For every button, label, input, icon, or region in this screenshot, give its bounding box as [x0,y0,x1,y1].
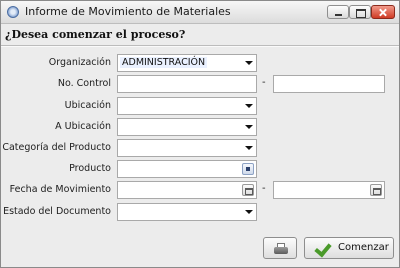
app-icon [7,6,19,18]
search-icon[interactable] [242,163,254,175]
range-separator: - [262,183,266,194]
process-prompt: ¿Desea comenzar el proceso? [5,28,186,41]
ubicacion-select[interactable] [117,97,257,115]
title-bar[interactable]: Informe de Movimiento de Materiales [1,1,399,24]
calendar-icon[interactable] [370,184,382,196]
start-button-label: Comenzar [338,242,389,253]
maximize-icon[interactable] [349,5,371,19]
ubicacion-label: Ubicación [64,100,111,111]
fecha-to-input[interactable] [273,181,385,199]
organizacion-value: ADMINISTRACIÓN [120,57,208,68]
estado-label: Estado del Documento [3,206,111,217]
calendar-icon[interactable] [242,184,254,196]
checkmark-icon [314,242,330,254]
categoria-label: Categoría del Producto [2,142,111,153]
producto-search-field[interactable] [117,160,257,178]
chevron-down-icon[interactable] [242,140,256,156]
producto-label: Producto [69,163,111,174]
range-separator: - [262,77,266,88]
report-dialog: Informe de Movimiento de Materiales ¿Des… [0,0,400,268]
a-ubicacion-label: A Ubicación [55,121,111,132]
minimize-icon[interactable] [327,5,349,19]
chevron-down-icon[interactable] [242,204,256,220]
no-control-to-input[interactable] [273,75,385,93]
no-control-label: No. Control [57,78,111,89]
window-title: Informe de Movimiento de Materiales [25,5,231,18]
chevron-down-icon[interactable] [242,119,256,135]
fecha-label: Fecha de Movimiento [9,184,111,195]
chevron-down-icon[interactable] [242,55,256,71]
categoria-select[interactable] [117,139,257,157]
separator [1,45,399,47]
print-button[interactable] [263,237,297,259]
organizacion-label: Organización [48,57,111,68]
estado-select[interactable] [117,203,257,221]
no-control-from-input[interactable] [117,75,257,93]
a-ubicacion-select[interactable] [117,118,257,136]
close-icon[interactable] [371,5,395,19]
fecha-from-input[interactable] [117,181,257,199]
printer-icon [274,243,288,254]
chevron-down-icon[interactable] [242,98,256,114]
organizacion-select[interactable]: ADMINISTRACIÓN [117,54,257,72]
start-button[interactable]: Comenzar [304,237,394,259]
